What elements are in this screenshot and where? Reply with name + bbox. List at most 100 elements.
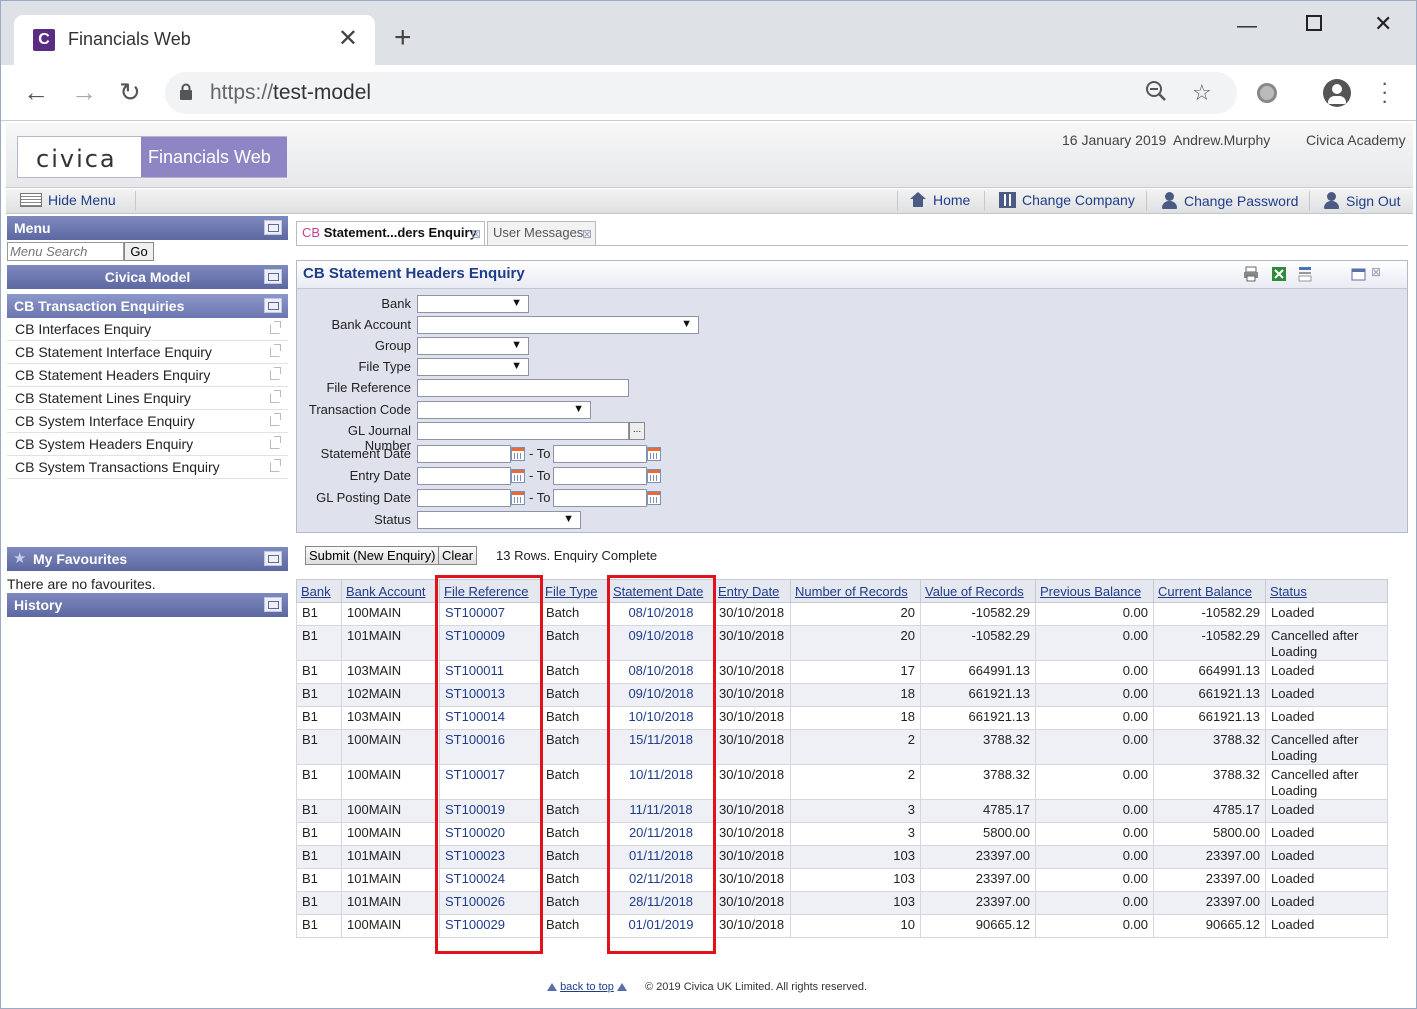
new-tab-icon[interactable]: +: [394, 23, 412, 53]
sidebar-item-cb-statement-headers[interactable]: CB Statement Headers Enquiry: [7, 364, 288, 387]
current-company: Civica Academy: [1306, 132, 1406, 148]
cell-bank-account: 100MAIN: [341, 822, 440, 846]
sidebar-item-cb-system-interface[interactable]: CB System Interface Enquiry: [7, 410, 288, 433]
browser-tab[interactable]: C Financials Web ✕: [14, 15, 375, 65]
file-reference-label: File Reference: [326, 380, 411, 395]
sidebar-item-cb-system-transactions[interactable]: CB System Transactions Enquiry: [7, 456, 288, 479]
sign-out-button[interactable]: Sign Out: [1323, 192, 1400, 209]
sidebar-item-cb-system-headers[interactable]: CB System Headers Enquiry: [7, 433, 288, 456]
cell-bank-account: 103MAIN: [341, 660, 440, 684]
column-header-entry-date[interactable]: Entry Date: [713, 579, 791, 603]
menu-panel-toggle-icon[interactable]: [264, 220, 282, 235]
print-icon[interactable]: [1243, 266, 1259, 282]
menu-search-input[interactable]: [7, 242, 124, 261]
open-external-icon[interactable]: [270, 321, 281, 334]
gl-posting-date-label: GL Posting Date: [316, 490, 411, 505]
back-arrow-icon[interactable]: ←: [23, 77, 49, 107]
transaction-code-select[interactable]: [417, 401, 591, 419]
favourites-header[interactable]: ★ My Favourites: [7, 547, 288, 571]
close-window-icon[interactable]: ✕: [1374, 11, 1392, 37]
gl-posting-date-from-input[interactable]: [417, 489, 511, 507]
home-button[interactable]: Home: [909, 192, 970, 208]
change-company-button[interactable]: Change Company: [999, 192, 1135, 208]
browser-menu-icon[interactable]: · · ·: [1381, 72, 1388, 112]
statement-date-from-input[interactable]: [417, 445, 511, 463]
hide-menu-button[interactable]: Hide Menu: [20, 192, 116, 208]
cb-enquiries-header[interactable]: CB Transaction Enquiries: [7, 294, 288, 318]
open-external-icon[interactable]: [270, 459, 281, 472]
enquiries-panel-toggle-icon[interactable]: [264, 298, 282, 313]
sidebar-item-cb-statement-lines[interactable]: CB Statement Lines Enquiry: [7, 387, 288, 410]
open-external-icon[interactable]: [270, 344, 281, 357]
back-to-top-link[interactable]: back to top: [547, 981, 627, 993]
open-external-icon[interactable]: [270, 436, 281, 449]
tab-statement-headers-enquiry[interactable]: CB Statement...ders Enquiry ⊠: [296, 221, 485, 246]
menu-search-go-button[interactable]: Go: [124, 242, 154, 261]
gl-journal-lookup-button[interactable]: ...: [629, 422, 645, 440]
open-external-icon[interactable]: [270, 367, 281, 380]
statement-date-to-input[interactable]: [553, 445, 647, 463]
bank-account-select[interactable]: [417, 316, 699, 334]
column-header-number-of-records[interactable]: Number of Records: [790, 579, 921, 603]
history-header[interactable]: History: [7, 593, 288, 617]
gl-posting-date-to-input[interactable]: [553, 489, 647, 507]
column-header-current-balance[interactable]: Current Balance: [1153, 579, 1266, 603]
tab-user-messages[interactable]: User Messages ⊠: [487, 221, 596, 245]
cell-number-of-records: 103: [790, 868, 921, 892]
bookmark-star-icon[interactable]: ☆: [1192, 80, 1212, 106]
cell-file-type: Batch: [540, 683, 609, 707]
maximize-icon[interactable]: [1306, 15, 1322, 31]
open-external-icon[interactable]: [270, 413, 281, 426]
close-tab-icon[interactable]: ✕: [338, 27, 358, 51]
window-icon[interactable]: [1351, 266, 1367, 282]
gl-journal-input[interactable]: [417, 422, 629, 440]
forward-arrow-icon[interactable]: →: [71, 77, 97, 107]
cell-entry-date: 30/10/2018: [713, 822, 791, 846]
extension-icon[interactable]: [1257, 83, 1277, 103]
file-type-label: File Type: [358, 359, 411, 374]
bank-select[interactable]: [417, 295, 529, 313]
sidebar-item-cb-statement-interface[interactable]: CB Statement Interface Enquiry: [7, 341, 288, 364]
file-reference-input[interactable]: [417, 379, 629, 397]
model-panel-toggle-icon[interactable]: [264, 269, 282, 284]
close-tab-x-icon[interactable]: ⊠: [582, 223, 592, 245]
close-tab-x-icon[interactable]: ⊠: [471, 223, 481, 245]
calendar-icon[interactable]: [511, 491, 525, 505]
sidebar-item-cb-interfaces[interactable]: CB Interfaces Enquiry: [7, 318, 288, 341]
filter-icon[interactable]: [1297, 266, 1313, 282]
toolbar-divider: [1146, 191, 1147, 211]
calendar-icon[interactable]: [511, 469, 525, 483]
calendar-icon[interactable]: [647, 491, 661, 505]
cell-bank: B1: [296, 602, 342, 626]
status-select[interactable]: [417, 511, 581, 529]
calendar-icon[interactable]: [647, 447, 661, 461]
favourites-panel-toggle-icon[interactable]: [264, 551, 282, 566]
minimize-icon[interactable]: —: [1237, 15, 1257, 38]
zoom-out-icon[interactable]: [1145, 80, 1167, 108]
calendar-icon[interactable]: [511, 447, 525, 461]
file-type-select[interactable]: [417, 358, 529, 376]
column-header-previous-balance[interactable]: Previous Balance: [1035, 579, 1154, 603]
history-panel-toggle-icon[interactable]: [264, 597, 282, 612]
column-header-bank-account[interactable]: Bank Account: [341, 579, 440, 603]
clear-button[interactable]: Clear: [438, 546, 478, 565]
change-password-button[interactable]: Change Password: [1161, 192, 1298, 209]
column-header-status[interactable]: Status: [1265, 579, 1388, 603]
open-external-icon[interactable]: [270, 390, 281, 403]
group-select[interactable]: [417, 337, 529, 355]
column-header-file-type[interactable]: File Type: [540, 579, 609, 603]
civica-model-header[interactable]: Civica Model: [7, 265, 288, 289]
entry-date-from-input[interactable]: [417, 467, 511, 485]
url-omnibox[interactable]: https://test-model ☆: [165, 72, 1237, 114]
close-panel-icon[interactable]: ⊠: [1371, 265, 1387, 281]
excel-export-icon[interactable]: [1271, 266, 1287, 282]
column-header-bank[interactable]: Bank: [296, 579, 342, 603]
hide-menu-icon: [20, 193, 42, 207]
reload-icon[interactable]: ↻: [119, 77, 141, 107]
submit-enquiry-button[interactable]: Submit (New Enquiry): [305, 546, 440, 565]
cell-value-of-records: 4785.17: [920, 799, 1036, 823]
profile-avatar-icon[interactable]: [1323, 79, 1351, 107]
entry-date-to-input[interactable]: [553, 467, 647, 485]
calendar-icon[interactable]: [647, 469, 661, 483]
column-header-value-of-records[interactable]: Value of Records: [920, 579, 1036, 603]
